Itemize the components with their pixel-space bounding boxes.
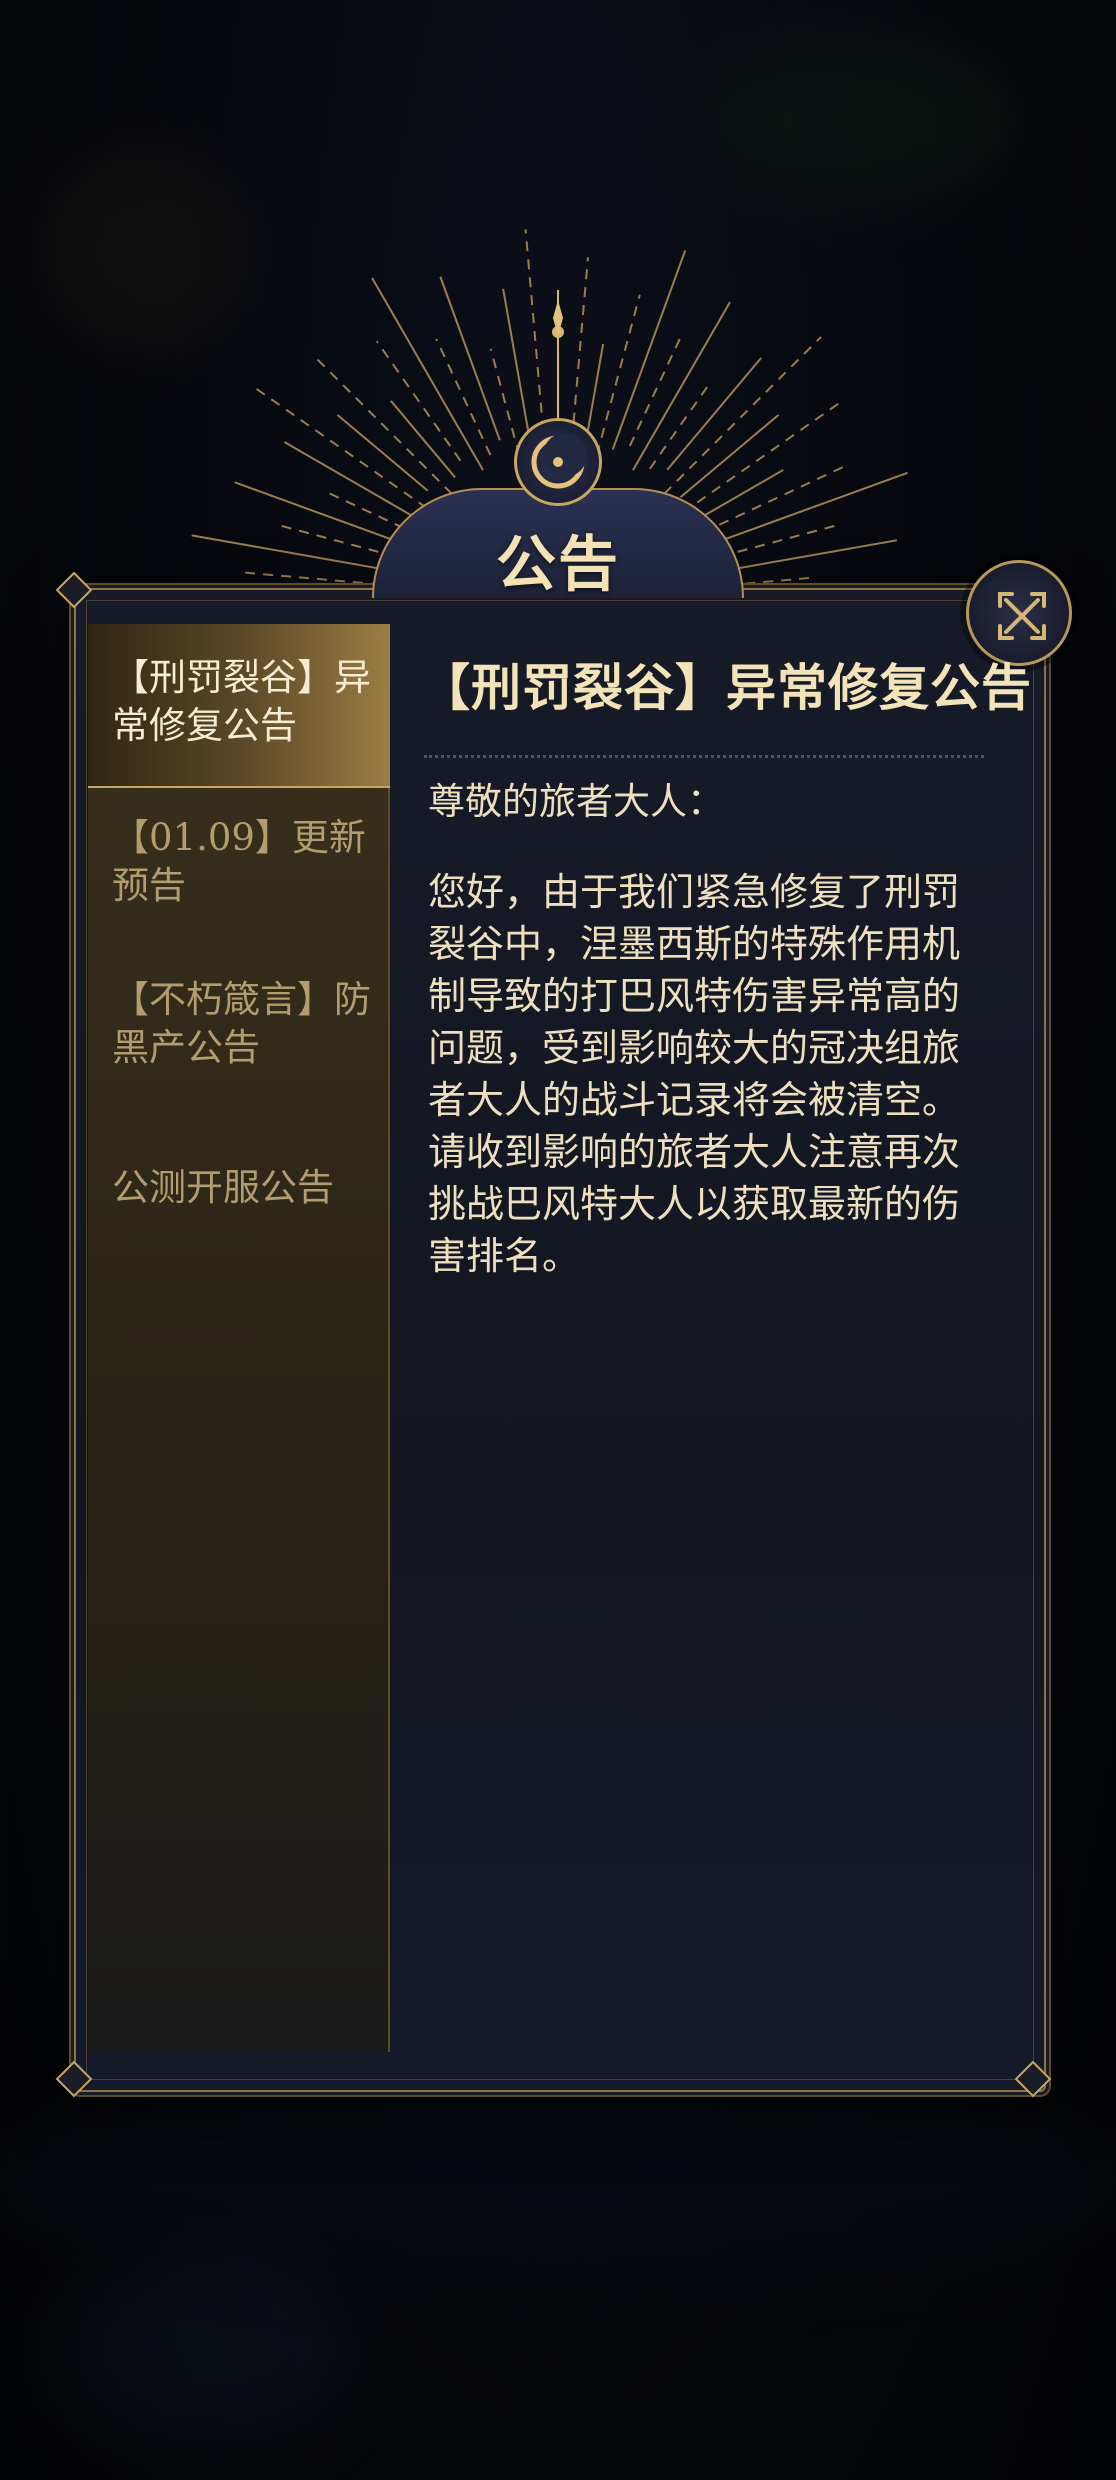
announcement-tab-label: 【01.09】更新预告: [112, 816, 366, 907]
announcement-tab-label: 公测开服公告: [112, 1166, 334, 1209]
announcement-tab[interactable]: 【01.09】更新预告: [88, 814, 390, 934]
screen: 公告 【刑罚裂谷】异常修复公告 【01.09】更新预告 【不朽箴言】防黑产公告 …: [0, 0, 1116, 2480]
divider: [424, 755, 984, 758]
page-title: 公告: [496, 530, 620, 600]
announcement-tab[interactable]: 【不朽箴言】防黑产公告: [88, 976, 390, 1096]
announcement-tab[interactable]: 【刑罚裂谷】异常修复公告: [88, 624, 390, 788]
announcement-greeting: 尊敬的旅者大人：: [428, 780, 724, 823]
announcement-list: 【刑罚裂谷】异常修复公告 【01.09】更新预告 【不朽箴言】防黑产公告 公测开…: [88, 624, 390, 2052]
announcement-title: 【刑罚裂谷】异常修复公告: [420, 658, 1032, 717]
moon-emblem-icon: [514, 418, 602, 506]
announcement-tab-label: 【不朽箴言】防黑产公告: [112, 978, 371, 1069]
announcement-tab-label: 【刑罚裂谷】异常修复公告: [112, 656, 371, 747]
close-icon: [998, 592, 1046, 640]
announcement-tab[interactable]: 公测开服公告: [88, 1164, 390, 1244]
announcement-body: 您好，由于我们紧急修复了刑罚裂谷中，涅墨西斯的特殊作用机制导致的打巴风特伤害异常…: [428, 870, 961, 1278]
